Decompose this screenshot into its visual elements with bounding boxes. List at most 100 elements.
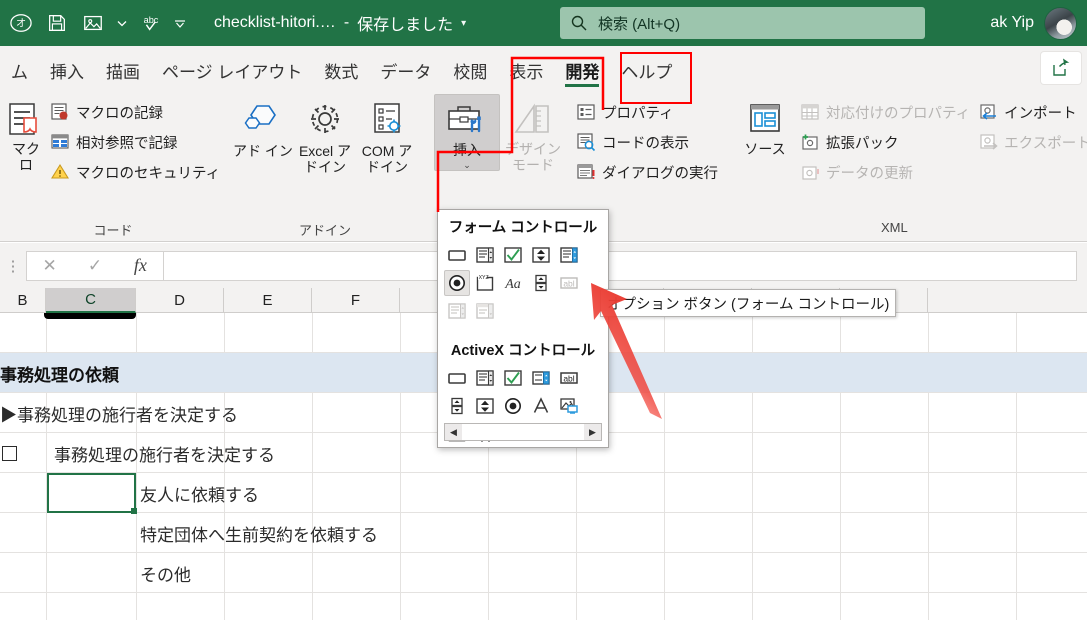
column-header-e[interactable]: E — [224, 288, 312, 313]
search-input[interactable]: 検索 (Alt+Q) — [560, 7, 925, 39]
macro-button[interactable]: マクロ — [6, 94, 46, 173]
picture-chevron-down-icon[interactable] — [112, 7, 132, 39]
share-button[interactable] — [1041, 52, 1081, 84]
cell-d-item-3[interactable]: 特定団体へ生前契約を依頼する — [140, 513, 378, 553]
com-addins-button[interactable]: COM アドイン — [356, 94, 418, 175]
list-box-control-icon[interactable] — [556, 242, 582, 268]
xml-source-button[interactable]: ソース — [734, 94, 796, 158]
combo-box-activex-icon[interactable] — [472, 365, 498, 391]
check-box-activex-icon[interactable] — [500, 365, 526, 391]
command-button-activex-icon[interactable] — [444, 365, 470, 391]
column-header-b[interactable]: B — [0, 288, 46, 313]
tab-view[interactable]: 表示 — [498, 64, 554, 90]
excel-addins-button[interactable]: Excel アドイン — [294, 94, 356, 175]
picture-icon[interactable] — [76, 7, 110, 39]
properties-button[interactable]: プロパティ — [572, 99, 722, 125]
column-header-f[interactable]: F — [312, 288, 400, 313]
tab-data[interactable]: データ — [369, 64, 442, 90]
column-header-c[interactable]: C — [46, 288, 136, 313]
button-control-icon[interactable] — [444, 242, 470, 268]
combo-drop-down-edit-control-icon[interactable] — [472, 298, 498, 324]
combo-box-control-icon[interactable] — [472, 242, 498, 268]
label-activex-icon[interactable] — [528, 393, 554, 419]
record-macro-icon — [51, 103, 68, 120]
text-field-control-icon[interactable]: abl — [556, 270, 582, 296]
insert-controls-toolbox-icon — [448, 106, 481, 133]
record-macro-button[interactable]: マクロの記録 — [46, 99, 224, 125]
avatar[interactable] — [1044, 6, 1077, 40]
table-row[interactable] — [0, 593, 1087, 620]
xml-small-commands-right: インポート エクスポート — [974, 94, 1087, 155]
check-box-control-icon[interactable] — [500, 242, 526, 268]
cell-c-item-1[interactable]: 事務処理の施行者を決定する — [54, 433, 275, 473]
macro-security-button[interactable]: マクロのセキュリティ — [46, 159, 224, 185]
label-control-icon[interactable]: Aa — [500, 270, 526, 296]
group-label-xml: XML — [880, 220, 908, 235]
drag-grip-icon[interactable]: ⋮ — [0, 257, 26, 275]
account-area[interactable]: ak Yip — [990, 6, 1077, 40]
tab-draw[interactable]: 描画 — [95, 64, 151, 90]
com-addin-icon — [374, 103, 401, 133]
scroll-bar-activex-icon[interactable] — [444, 393, 470, 419]
addins-button[interactable]: アド イン — [232, 94, 294, 160]
spelling-check-icon[interactable]: abc — [134, 7, 168, 39]
cell-b-section[interactable]: ▶事務処理の施行者を決定する — [0, 393, 238, 433]
cell-d-item-2[interactable]: 友人に依頼する — [140, 473, 259, 513]
dropdown-divider — [438, 324, 608, 333]
table-row[interactable]: その他 — [0, 553, 1087, 593]
tab-developer[interactable]: 開発 — [554, 64, 610, 90]
use-relative-references-button[interactable]: 相対参照で記録 — [46, 129, 224, 155]
selected-cell[interactable] — [47, 473, 137, 514]
scroll-right-arrow-icon[interactable]: ▶ — [584, 424, 601, 440]
combo-list-edit-control-icon[interactable] — [444, 298, 470, 324]
title-chevron-down-icon[interactable]: ▾ — [461, 18, 466, 29]
customize-qat-icon[interactable] — [170, 7, 190, 39]
cell-b-title[interactable]: 事務処理の依頼 — [0, 353, 119, 393]
refresh-data-button[interactable]: データの更新 — [796, 159, 974, 185]
option-button-control-icon[interactable] — [444, 270, 470, 296]
run-dialog-button[interactable]: ダイアログの実行 — [572, 159, 722, 185]
table-row[interactable]: 友人に依頼する — [0, 473, 1087, 513]
confirm-entry-button[interactable]: ✓ — [75, 256, 115, 276]
expansion-packs-button[interactable]: 拡張パック — [796, 129, 974, 155]
document-title-area[interactable]: checklist-hitori.… - 保存しました ▾ — [214, 11, 466, 35]
chevron-down-icon[interactable]: ⌄ — [463, 160, 471, 170]
tab-home[interactable]: ム — [0, 64, 39, 90]
dropdown-horizontal-scrollbar[interactable]: ◀ ▶ — [444, 423, 602, 441]
design-mode-button[interactable]: デザイン モード — [500, 94, 566, 173]
tab-insert[interactable]: 挿入 — [39, 64, 95, 90]
tab-review[interactable]: 校閲 — [442, 64, 498, 90]
cancel-entry-button[interactable]: ✕ — [30, 256, 70, 276]
map-properties-button[interactable]: 対応付けのプロパティ — [796, 99, 974, 125]
insert-function-button[interactable]: fx — [120, 255, 160, 276]
import-button[interactable]: インポート — [974, 99, 1087, 125]
image-activex-icon[interactable] — [556, 393, 582, 419]
save-icon[interactable] — [40, 7, 74, 39]
option-button-activex-icon[interactable] — [500, 393, 526, 419]
text-box-activex-icon[interactable]: abl — [556, 365, 582, 391]
table-row[interactable]: 特定団体へ生前契約を依頼する — [0, 513, 1087, 553]
excel-addins-label: Excel アドイン — [298, 143, 352, 175]
formula-input[interactable] — [164, 250, 1077, 281]
column-header-d[interactable]: D — [136, 288, 224, 313]
list-box-activex-icon[interactable] — [528, 365, 554, 391]
com-addins-label: COM アドイン — [361, 143, 413, 175]
spin-button-control-icon[interactable] — [528, 242, 554, 268]
tab-formulas[interactable]: 数式 — [313, 64, 369, 90]
scroll-left-arrow-icon[interactable]: ◀ — [445, 424, 462, 440]
tab-help[interactable]: ヘルプ — [610, 64, 683, 90]
group-box-control-icon[interactable]: XYZ — [472, 270, 498, 296]
svg-text:Aa: Aa — [504, 277, 521, 292]
fill-handle[interactable] — [131, 508, 137, 514]
worksheet-checkbox-1[interactable] — [2, 446, 17, 461]
cell-d-item-4[interactable]: その他 — [140, 553, 191, 593]
view-code-button[interactable]: コードの表示 — [572, 129, 722, 155]
insert-controls-button[interactable]: 挿入 ⌄ — [434, 94, 500, 171]
tab-page-layout[interactable]: ページ レイアウト — [151, 64, 313, 90]
scroll-bar-control-icon[interactable] — [528, 270, 554, 296]
ribbon-group-code: マクロ マクロの記録 相対参照で記録 マクロのセキュリティ コード — [0, 90, 226, 242]
scroll-track[interactable] — [462, 424, 584, 440]
spin-button-activex-icon[interactable] — [472, 393, 498, 419]
export-button[interactable]: エクスポート — [974, 129, 1087, 155]
office-app-icon[interactable]: オ — [4, 7, 38, 39]
